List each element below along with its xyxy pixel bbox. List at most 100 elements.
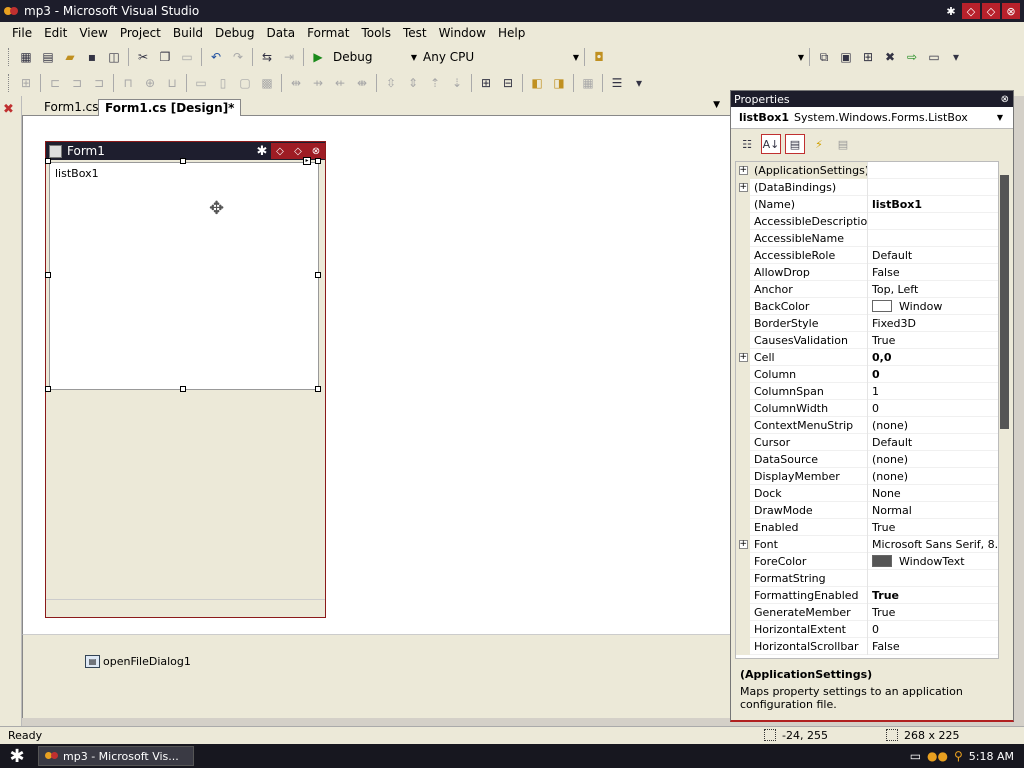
start-page-icon[interactable]: ⇨ — [903, 48, 921, 66]
tab-order-icon[interactable]: ☰ — [608, 74, 626, 92]
property-grid-scrollbar[interactable] — [999, 161, 1010, 659]
navigate-icon[interactable]: ⇆ — [258, 48, 276, 66]
toolbox-icon[interactable]: ✖ — [881, 48, 899, 66]
smart-tag-icon[interactable]: ▸ — [303, 157, 311, 165]
h-spacing-equal-icon[interactable]: ⇹ — [287, 74, 305, 92]
start-button[interactable]: ✱ — [0, 744, 34, 768]
size-to-grid-icon[interactable]: ▩ — [258, 74, 276, 92]
property-row[interactable]: DisplayMember (none) — [736, 467, 998, 485]
property-value[interactable]: (none) — [868, 451, 998, 468]
redo-icon[interactable]: ↷ — [229, 48, 247, 66]
property-row[interactable]: (Name) listBox1 — [736, 195, 998, 213]
add-item-icon[interactable]: ▤ — [39, 48, 57, 66]
property-value[interactable]: 0 — [868, 366, 998, 383]
center-vertically-icon[interactable]: ⊟ — [499, 74, 517, 92]
property-value[interactable]: Microsoft Sans Serif, 8.25p — [868, 536, 998, 553]
toolbox-icon[interactable]: ✖ — [3, 102, 14, 117]
save-all-icon[interactable]: ◫ — [105, 48, 123, 66]
property-value[interactable]: True — [868, 604, 998, 621]
align-tops-icon[interactable]: ⊓ — [119, 74, 137, 92]
property-row[interactable]: Cursor Default — [736, 433, 998, 451]
navigate-forward-icon[interactable]: ⇥ — [280, 48, 298, 66]
property-value[interactable] — [868, 179, 998, 196]
property-row[interactable]: ForeColor WindowText — [736, 552, 998, 570]
menu-debug[interactable]: Debug — [209, 22, 260, 44]
property-row[interactable]: ColumnSpan 1 — [736, 382, 998, 400]
events-icon[interactable]: ⚡ — [809, 134, 829, 154]
menu-file[interactable]: File — [6, 22, 38, 44]
property-row[interactable]: +Font Microsoft Sans Serif, 8.25p — [736, 535, 998, 553]
property-value[interactable]: None — [868, 485, 998, 502]
new-project-icon[interactable]: ▦ — [17, 48, 35, 66]
center-horizontally-icon[interactable]: ⊞ — [477, 74, 495, 92]
property-value[interactable]: Window — [868, 298, 998, 315]
menu-tools[interactable]: Tools — [355, 22, 397, 44]
menu-window[interactable]: Window — [433, 22, 492, 44]
alphabetical-icon[interactable]: A↓ — [761, 134, 781, 154]
bring-to-front-icon[interactable]: ◧ — [528, 74, 546, 92]
menu-edit[interactable]: Edit — [38, 22, 73, 44]
close-button[interactable]: ⊗ — [1002, 3, 1020, 19]
property-row[interactable]: GenerateMember True — [736, 603, 998, 621]
property-value[interactable]: 1 — [868, 383, 998, 400]
align-lefts-icon[interactable]: ⊏ — [46, 74, 64, 92]
property-row[interactable]: Dock None — [736, 484, 998, 502]
h-spacing-remove-icon[interactable]: ⇼ — [353, 74, 371, 92]
property-row[interactable]: DrawMode Normal — [736, 501, 998, 519]
command-window-icon[interactable]: ▭ — [925, 48, 943, 66]
property-value[interactable]: (none) — [868, 468, 998, 485]
v-spacing-decrease-icon[interactable]: ⇡ — [426, 74, 444, 92]
property-row[interactable]: HorizontalExtent 0 — [736, 620, 998, 638]
scrollbar-thumb[interactable] — [1000, 175, 1009, 429]
property-row[interactable]: HorizontalScrollbar False — [736, 637, 998, 655]
property-row[interactable]: + Cell 0,0 — [736, 348, 998, 366]
expand-icon[interactable]: + — [736, 348, 750, 366]
align-rights-icon[interactable]: ⊐ — [90, 74, 108, 92]
resize-handle[interactable] — [180, 386, 186, 392]
copy-icon[interactable]: ❐ — [156, 48, 174, 66]
find-icon[interactable]: ◘ — [590, 48, 608, 66]
categorized-icon[interactable]: ☷ — [737, 134, 757, 154]
property-value[interactable] — [868, 162, 998, 179]
property-value[interactable]: (none) — [868, 417, 998, 434]
tabs-dropdown-icon[interactable]: ▼ — [713, 100, 720, 110]
start-debugging-icon[interactable]: ▶ — [309, 48, 327, 66]
property-row[interactable]: DataSource (none) — [736, 450, 998, 468]
property-value[interactable]: False — [868, 638, 998, 655]
minimize-button[interactable]: ◇ — [962, 3, 980, 19]
property-row[interactable]: BorderStyle Fixed3D — [736, 314, 998, 332]
property-row[interactable]: + (ApplicationSettings) — [736, 162, 998, 179]
keyboard-icon[interactable]: ▭ — [910, 749, 921, 763]
property-value[interactable]: 0 — [868, 400, 998, 417]
lock-controls-icon[interactable]: ▦ — [579, 74, 597, 92]
cut-icon[interactable]: ✂ — [134, 48, 152, 66]
form1-designer[interactable]: Form1 ✱ ◇ ◇ ⊗ listBox1 — [45, 141, 326, 618]
resize-handle[interactable] — [45, 158, 51, 164]
expand-icon[interactable]: + — [736, 178, 750, 196]
property-value[interactable] — [868, 570, 998, 587]
property-value[interactable]: False — [868, 264, 998, 281]
property-row[interactable]: AccessibleRole Default — [736, 246, 998, 264]
resize-handle[interactable] — [45, 272, 51, 278]
save-icon[interactable]: ▪ — [83, 48, 101, 66]
expand-icon[interactable]: + — [736, 162, 750, 179]
object-browser-icon[interactable]: ⊞ — [859, 48, 877, 66]
menu-data[interactable]: Data — [260, 22, 301, 44]
h-spacing-decrease-icon[interactable]: ⇷ — [331, 74, 349, 92]
open-file-icon[interactable]: ▰ — [61, 48, 79, 66]
property-pages-icon[interactable]: ▤ — [833, 134, 853, 154]
solution-explorer-icon[interactable]: ⧉ — [815, 48, 833, 66]
resize-handle[interactable] — [315, 158, 321, 164]
toolbar-options-icon[interactable]: ▾ — [947, 48, 965, 66]
platform-combo[interactable]: Any CPU ▼ — [419, 48, 581, 66]
align-bottoms-icon[interactable]: ⊔ — [163, 74, 181, 92]
property-row[interactable]: ColumnWidth 0 — [736, 399, 998, 417]
find-combo[interactable]: ▼ — [610, 48, 806, 66]
menu-build[interactable]: Build — [167, 22, 209, 44]
property-row[interactable]: CausesValidation True — [736, 331, 998, 349]
close-icon[interactable]: ⊗ — [1001, 94, 1009, 105]
properties-window-icon[interactable]: ▣ — [837, 48, 855, 66]
open-file-dialog-component[interactable]: ▤ openFileDialog1 — [85, 655, 191, 668]
resize-handle[interactable] — [180, 158, 186, 164]
align-to-grid-icon[interactable]: ⊞ — [17, 74, 35, 92]
